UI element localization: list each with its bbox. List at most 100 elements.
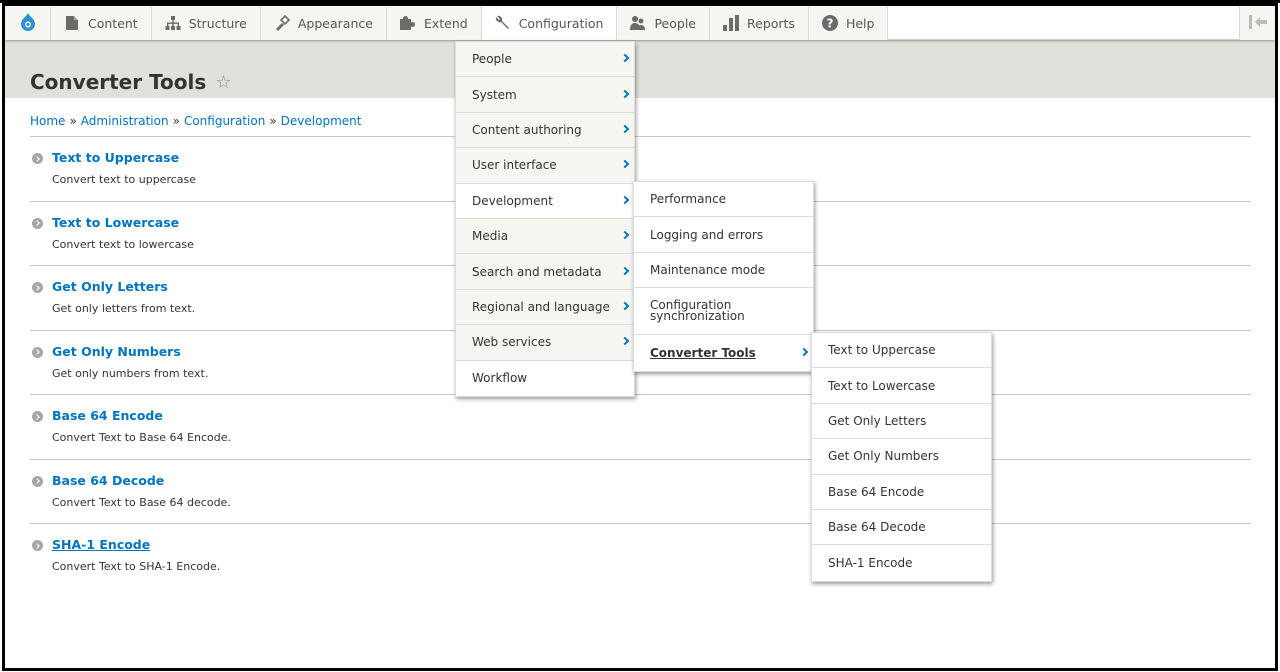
menu-item-label: Configuration synchronization xyxy=(650,298,745,324)
toolbar-label: People xyxy=(654,15,696,31)
chevron-right-icon xyxy=(620,301,630,311)
menu-item-base-64-encode[interactable]: Base 64 Encode xyxy=(812,474,991,510)
toolbar-label: Structure xyxy=(188,15,247,31)
breadcrumb-development[interactable]: Development xyxy=(281,114,362,128)
menu-item-user-interface[interactable]: User interface xyxy=(456,148,634,184)
breadcrumb-separator: » xyxy=(69,114,77,128)
menu-item-media[interactable]: Media xyxy=(456,219,634,255)
menu-item-regional-and-language[interactable]: Regional and language xyxy=(456,290,634,326)
chevron-right-icon xyxy=(620,230,630,240)
toolbar-item-people[interactable]: People xyxy=(617,6,710,40)
menu-item-label: SHA-1 Encode xyxy=(828,556,913,571)
menu-item-people[interactable]: People xyxy=(456,42,634,78)
toolbar-item-structure[interactable]: Structure xyxy=(151,6,261,40)
toolbar-item-extend[interactable]: Extend xyxy=(386,6,482,40)
menu-item-maintenance-mode[interactable]: Maintenance mode xyxy=(634,252,813,289)
menu-item-label: Web services xyxy=(472,335,552,350)
breadcrumb-configuration[interactable]: Configuration xyxy=(184,114,265,128)
menu-item-label: Logging and errors xyxy=(650,227,764,242)
menu-item-workflow[interactable]: Workflow xyxy=(456,360,634,396)
admin-item-link[interactable]: SHA-1 Encode xyxy=(52,537,150,552)
admin-item-link[interactable]: Text to Uppercase xyxy=(52,150,179,165)
admin-item-link[interactable]: Base 64 Decode xyxy=(52,473,164,488)
admin-item-link[interactable]: Text to Lowercase xyxy=(52,215,179,230)
wrench-icon xyxy=(495,15,511,31)
breadcrumb: Home» Administration» Configuration» Develo… xyxy=(30,114,361,128)
shortcut-star-icon[interactable]: ☆ xyxy=(215,72,231,93)
menu-item-get-only-numbers[interactable]: Get Only Numbers xyxy=(812,439,991,475)
page-title: Converter Tools ☆ xyxy=(30,70,231,94)
menu-item-get-only-letters[interactable]: Get Only Letters xyxy=(812,403,991,440)
development-submenu: Performance Logging and errors Maintenan… xyxy=(633,181,814,372)
admin-item-description: Get only numbers from text. xyxy=(52,366,209,380)
menu-item-content-authoring[interactable]: Content authoring xyxy=(456,113,634,149)
toolbar-spacer xyxy=(888,6,1239,39)
menu-item-label: Base 64 Decode xyxy=(828,520,926,535)
svg-text:?: ? xyxy=(826,17,833,31)
admin-item-description: Get only letters from text. xyxy=(52,302,196,315)
toolbar-item-configuration[interactable]: Configuration xyxy=(481,6,618,40)
chevron-right-icon xyxy=(620,53,630,63)
menu-item-label: Base 64 Encode xyxy=(828,484,925,499)
chevron-right-icon xyxy=(620,160,630,169)
menu-item-label: Maintenance mode xyxy=(650,262,766,277)
admin-item-description: Convert Text to SHA-1 Encode. xyxy=(52,560,221,573)
menu-item-base-64-decode[interactable]: Base 64 Decode xyxy=(812,509,991,546)
menu-item-logging-and-errors[interactable]: Logging and errors xyxy=(634,217,813,253)
bar-chart-icon xyxy=(723,15,739,31)
menu-item-label: Performance xyxy=(650,192,727,207)
toolbar-item-reports[interactable]: Reports xyxy=(710,6,809,40)
list-item: SHA-1 Encode Convert Text to SHA-1 Encod… xyxy=(30,524,1251,589)
menu-item-label: Regional and language xyxy=(472,299,610,314)
page-title-text: Converter Tools xyxy=(30,70,207,94)
breadcrumb-home[interactable]: Home xyxy=(30,114,65,128)
paintbrush-icon xyxy=(274,15,290,31)
menu-item-web-services[interactable]: Web services xyxy=(456,325,634,361)
menu-item-development[interactable]: Development xyxy=(456,183,634,219)
menu-item-search-and-metadata[interactable]: Search and metadata xyxy=(456,254,634,290)
menu-item-sha-1-encode[interactable]: SHA-1 Encode xyxy=(812,545,991,581)
toolbar-item-appearance[interactable]: Appearance xyxy=(260,6,387,40)
chevron-circle-icon xyxy=(32,346,43,358)
menu-item-label: Text to Uppercase xyxy=(828,343,936,358)
admin-item-link[interactable]: Get Only Numbers xyxy=(52,344,181,359)
menu-item-configuration-synchronization[interactable]: Configuration synchronization xyxy=(634,288,813,336)
menu-item-converter-tools[interactable]: Converter Tools xyxy=(634,335,813,371)
admin-item-description: Convert Text to Base 64 Encode. xyxy=(52,431,231,444)
home-logo-button[interactable] xyxy=(5,6,51,40)
toolbar-label: Configuration xyxy=(518,15,604,31)
chevron-circle-icon xyxy=(32,411,43,422)
converter-tools-submenu: Text to Uppercase Text to Lowercase Get … xyxy=(811,332,992,582)
menu-item-text-to-lowercase[interactable]: Text to Lowercase xyxy=(812,368,991,404)
menu-item-label: Get Only Numbers xyxy=(828,449,939,464)
document-icon xyxy=(64,15,80,31)
toolbar-label: Extend xyxy=(423,15,468,31)
menu-item-label: System xyxy=(472,87,517,102)
toolbar-item-help[interactable]: ? Help xyxy=(808,6,889,40)
menu-item-text-to-uppercase[interactable]: Text to Uppercase xyxy=(812,333,991,369)
toolbar-label: Reports xyxy=(747,15,795,31)
menu-item-label: User interface xyxy=(472,158,557,173)
breadcrumb-administration[interactable]: Administration xyxy=(81,114,169,128)
drupal-logo-icon xyxy=(20,12,36,34)
menu-item-performance[interactable]: Performance xyxy=(634,182,813,218)
chevron-circle-icon xyxy=(32,217,43,229)
help-icon: ? xyxy=(821,15,838,31)
toolbar-item-content[interactable]: Content xyxy=(51,6,152,40)
menu-item-label: Workflow xyxy=(472,371,528,386)
menu-item-label: Search and metadata xyxy=(472,264,602,279)
toolbar-label: Help xyxy=(845,15,875,31)
menu-item-system[interactable]: System xyxy=(456,77,634,113)
people-icon xyxy=(630,15,646,31)
breadcrumb-separator: » xyxy=(269,114,277,128)
admin-item-link[interactable]: Get Only Letters xyxy=(52,279,168,294)
toolbar-orientation-toggle[interactable] xyxy=(1239,6,1275,40)
admin-item-description: Convert text to uppercase xyxy=(52,173,197,186)
admin-toolbar: Content Structure Appearance Extend Conf… xyxy=(5,6,1275,40)
chevron-right-icon xyxy=(620,337,630,346)
admin-item-link[interactable]: Base 64 Encode xyxy=(52,408,163,423)
admin-item-description: Convert text to lowercase xyxy=(52,237,194,251)
toolbar-label: Content xyxy=(88,15,138,31)
puzzle-icon xyxy=(399,15,416,31)
chevron-circle-icon xyxy=(32,282,43,293)
